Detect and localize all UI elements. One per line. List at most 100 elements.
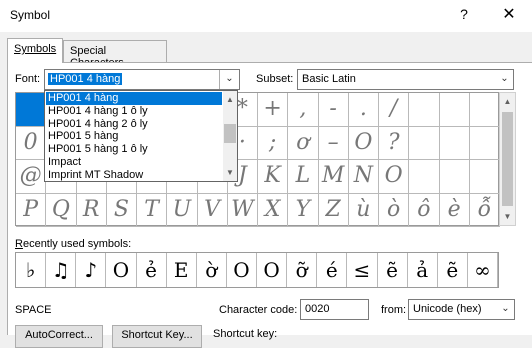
recent-symbol[interactable]: ∞ <box>468 253 498 287</box>
symbol-cell[interactable]: U <box>167 193 198 227</box>
symbol-cell[interactable] <box>469 160 500 194</box>
symbol-cell[interactable]: S <box>106 193 137 227</box>
symbol-cell[interactable]: + <box>258 93 289 127</box>
symbol-cell[interactable]: , <box>288 93 319 127</box>
font-option[interactable]: HP001 4 hàng <box>46 92 222 105</box>
font-option[interactable]: HP001 4 hàng 1 ô ly <box>46 105 222 118</box>
autocorrect-button[interactable]: AutoCorrect... <box>15 325 103 348</box>
recent-symbol[interactable]: ♭ <box>16 253 47 287</box>
shortcut-key-button[interactable]: Shortcut Key... <box>112 325 202 348</box>
font-option[interactable]: HP001 5 hàng 1 ô ly <box>46 143 222 156</box>
symbol-cell[interactable]: ; <box>258 126 289 160</box>
scroll-up-icon[interactable]: ▲ <box>223 91 237 108</box>
recent-symbol[interactable]: ♫ <box>46 253 77 287</box>
recent-symbol[interactable]: ẽ <box>438 253 468 287</box>
symbol-cell[interactable]: ò <box>379 193 410 227</box>
dropdown-scrollbar[interactable]: ▲ ▼ <box>223 91 237 181</box>
symbol-cell[interactable]: L <box>288 160 319 194</box>
title-bar: Symbol ? ✕ <box>0 0 532 32</box>
grid-scrollbar[interactable]: ▲ ▼ <box>499 92 516 226</box>
symbol-cell[interactable]: è <box>439 193 470 227</box>
symbol-cell[interactable]: – <box>318 126 349 160</box>
recent-symbols-label: Recently used symbols: <box>15 238 132 250</box>
tab-special-characters[interactable]: Special Characters <box>63 40 167 69</box>
symbol-cell[interactable]: K <box>258 160 289 194</box>
recent-symbol[interactable]: O <box>106 253 137 287</box>
font-dropdown-list[interactable]: ▲ ▼ HP001 4 hàng HP001 4 hàng 1 ô ly HP001… <box>44 90 238 182</box>
font-option[interactable]: HP001 5 hàng <box>46 130 222 143</box>
from-value: Unicode (hex) <box>413 303 482 315</box>
scroll-down-icon[interactable]: ▼ <box>223 164 237 181</box>
symbol-cell[interactable]: 0 <box>16 126 47 160</box>
symbol-cell[interactable] <box>409 126 440 160</box>
symbol-cell[interactable]: X <box>258 193 289 227</box>
scroll-up-icon[interactable]: ▲ <box>500 93 515 110</box>
symbol-cell[interactable] <box>409 93 440 127</box>
symbol-cell[interactable]: . <box>348 93 379 127</box>
help-button[interactable]: ? <box>453 6 475 26</box>
from-label: from: <box>381 304 407 316</box>
symbol-cell[interactable] <box>469 126 500 160</box>
subset-value: Basic Latin <box>302 73 356 85</box>
dialog-title: Symbol <box>10 8 51 22</box>
symbol-cell[interactable]: V <box>197 193 228 227</box>
symbol-cell[interactable]: Z <box>318 193 349 227</box>
recent-symbol[interactable]: ả <box>408 253 438 287</box>
recent-symbol[interactable]: ẽ <box>378 253 408 287</box>
font-option[interactable]: HP001 4 hàng 2 ô ly <box>46 118 222 131</box>
character-code-input[interactable]: 0020 <box>300 299 369 320</box>
recent-symbols-row[interactable]: ♭ ♫ ♪ Oẻ Eờ O Oỡ é ≤ ẽ ả ẽ ∞ <box>15 252 499 288</box>
symbol-cell[interactable]: N <box>348 160 379 194</box>
symbol-cell[interactable]: R <box>76 193 107 227</box>
font-combobox[interactable]: HP001 4 hàng ⌄ <box>44 69 240 90</box>
symbol-cell[interactable]: ô <box>409 193 440 227</box>
recent-symbol[interactable]: ≤ <box>347 253 378 287</box>
symbol-cell[interactable]: Y <box>288 193 319 227</box>
chevron-down-icon[interactable]: ⌄ <box>496 70 513 89</box>
recent-symbol[interactable]: é <box>317 253 348 287</box>
symbol-cell[interactable] <box>439 126 470 160</box>
symbol-cell[interactable]: P <box>16 193 47 227</box>
recent-symbol[interactable]: ẻ <box>137 253 167 287</box>
scroll-down-icon[interactable]: ▼ <box>500 208 515 225</box>
close-button[interactable]: ✕ <box>496 4 522 26</box>
recent-symbol[interactable]: O <box>227 253 257 287</box>
font-value: HP001 4 hàng <box>48 73 123 85</box>
symbol-cell[interactable] <box>469 93 500 127</box>
symbol-cell[interactable]: Q <box>46 193 77 227</box>
symbol-cell[interactable]: T <box>137 193 168 227</box>
symbol-cell[interactable]: / <box>379 93 410 127</box>
tab-symbols[interactable]: Symbols <box>7 38 64 63</box>
symbol-cell[interactable] <box>439 160 470 194</box>
symbol-cell[interactable]: W <box>227 193 258 227</box>
recent-symbol[interactable]: E <box>167 253 197 287</box>
symbol-cell[interactable]: O <box>379 160 410 194</box>
symbol-cell[interactable] <box>16 93 47 127</box>
font-option[interactable]: Impact <box>46 156 222 169</box>
font-option[interactable]: Imprint MT Shadow <box>46 169 222 182</box>
subset-combobox[interactable]: Basic Latin ⌄ <box>297 69 514 90</box>
recent-symbol[interactable]: ♪ <box>76 253 107 287</box>
recent-symbol[interactable]: O <box>257 253 288 287</box>
recent-symbol[interactable]: ờ <box>197 253 227 287</box>
from-combobox[interactable]: Unicode (hex) ⌄ <box>408 299 515 320</box>
symbol-cell[interactable]: ù <box>348 193 379 227</box>
symbol-cell[interactable]: - <box>318 93 349 127</box>
symbol-cell[interactable]: ? <box>379 126 410 160</box>
tab-symbols-label: Symbols <box>14 43 57 55</box>
chevron-down-icon[interactable]: ⌄ <box>219 70 239 89</box>
scroll-thumb[interactable] <box>224 124 236 143</box>
symbol-cell[interactable] <box>439 93 470 127</box>
character-code-label: Character code: <box>219 304 298 316</box>
symbol-cell[interactable]: @ <box>16 160 47 194</box>
symbol-cell[interactable]: ơ <box>288 126 319 160</box>
character-name: SPACE <box>15 304 52 316</box>
chevron-down-icon[interactable]: ⌄ <box>497 300 514 319</box>
symbol-cell[interactable]: O <box>348 126 379 160</box>
font-label: Font: <box>15 73 41 85</box>
symbol-cell[interactable] <box>409 160 440 194</box>
recent-symbol[interactable]: ỡ <box>287 253 318 287</box>
symbol-cell[interactable]: ỗ <box>469 193 500 227</box>
scroll-thumb[interactable] <box>502 112 513 206</box>
symbol-cell[interactable]: M <box>318 160 349 194</box>
